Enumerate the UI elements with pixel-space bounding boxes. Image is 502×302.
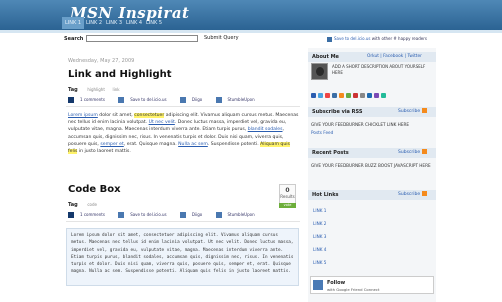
post-title[interactable]: Code Box — [68, 184, 121, 195]
body-text: . Suspendisse potenti. — [207, 141, 261, 147]
hot-subscribe-link[interactable]: Subscribe — [398, 190, 428, 200]
hot-link-5[interactable]: LINK 5 — [313, 260, 326, 265]
linkedin-icon[interactable] — [367, 93, 372, 98]
diigo-link[interactable]: Diigo — [192, 212, 202, 217]
delicious-link[interactable]: Save to del.icio.us — [130, 97, 166, 102]
post-tags: Tag code — [68, 202, 97, 208]
comment-icon — [68, 97, 74, 103]
readers-count: with other # happy readers — [371, 36, 427, 41]
tag-label: Tag — [68, 202, 78, 208]
divider — [66, 106, 300, 107]
social-icons — [311, 93, 436, 99]
twitter-icon[interactable] — [318, 93, 323, 98]
nav-link-4[interactable]: LINK 4 — [126, 17, 142, 29]
follow-widget[interactable]: Follow with Google Friend Connect — [310, 276, 434, 294]
vote-results-label: Results — [280, 194, 295, 199]
tag-link[interactable]: code — [87, 202, 97, 207]
yahoo-icon[interactable] — [374, 93, 379, 98]
body-link[interactable]: semper et — [100, 142, 123, 147]
top-share: Save to del.icio.us with other # happy r… — [327, 36, 427, 42]
post-meta: 1 comments Save to del.icio.us Diigo Stu… — [68, 212, 267, 218]
about-description: ADD A SHORT DESCRIPTION ABOUT YOURSELF H… — [332, 64, 426, 75]
comments-link[interactable]: 1 comments — [80, 97, 105, 102]
rss-icon[interactable] — [339, 93, 344, 98]
main-nav: LINK 1 LINK 2 LINK 3 LINK 4 LINK 5 — [0, 17, 502, 29]
delicious-link[interactable]: Save to del.icio.us — [130, 212, 166, 217]
tag-label: Tag — [68, 87, 78, 93]
tag-link[interactable]: highlight — [87, 87, 105, 92]
body-text: in justo laoreet mattis. — [77, 149, 131, 155]
delicious-icon — [118, 212, 125, 218]
stumbleupon-icon — [215, 97, 222, 103]
recent-posts-text: GIVE YOUR FEEDBURNER BUZZ BOOST JAVASCRI… — [311, 163, 431, 168]
rss-icon — [422, 191, 428, 196]
sidebar — [308, 48, 436, 302]
technorati-icon[interactable] — [381, 93, 386, 98]
body-link[interactable]: Lorem ipsum — [68, 113, 98, 118]
body-text: dolor sit amet, — [97, 113, 135, 118]
top-save-link[interactable]: Save to del.icio.us — [334, 36, 370, 41]
diigo-icon — [179, 97, 186, 103]
vote-count: 0 — [285, 187, 290, 194]
vote-counter: 0 Results — [279, 184, 296, 204]
delicious-icon — [327, 36, 332, 42]
hot-link-1[interactable]: LINK 1 — [313, 208, 326, 213]
about-social-links[interactable]: Orkut | Facebook | Twitter — [367, 54, 422, 59]
post-title[interactable]: Link and Highlight — [68, 69, 172, 80]
site-header: MSN Inspirat LINK 1 LINK 2 LINK 3 LINK 4… — [0, 0, 502, 30]
nav-link-5[interactable]: LINK 5 — [146, 17, 162, 29]
recent-subscribe-link[interactable]: Subscribe — [398, 148, 428, 158]
stumbleupon-link[interactable]: StumbleUpon — [228, 212, 255, 217]
follow-title: Follow — [327, 280, 346, 286]
posts-feed-link[interactable]: Posts Feed — [311, 130, 333, 135]
comments-link[interactable]: 1 comments — [80, 212, 105, 217]
code-box: Lorem ipsum dolor sit amet, consectetuer… — [66, 228, 299, 286]
email-icon[interactable] — [360, 93, 365, 98]
header-divider — [0, 30, 502, 33]
digg-icon[interactable] — [353, 93, 358, 98]
vote-button[interactable]: vote — [279, 203, 296, 208]
hot-link-2[interactable]: LINK 2 — [313, 221, 326, 226]
stumbleupon-icon[interactable] — [325, 93, 330, 98]
nav-link-1[interactable]: LINK 1 — [62, 17, 85, 29]
delicious-icon[interactable] — [332, 93, 337, 98]
search-submit-button[interactable]: Submit Query — [202, 35, 241, 42]
body-link[interactable]: blandit sodales — [248, 127, 283, 132]
nav-link-2[interactable]: LINK 2 — [86, 17, 102, 29]
follow-subtitle: with Google Friend Connect — [327, 287, 380, 292]
search-input[interactable] — [86, 35, 198, 42]
hot-link-3[interactable]: LINK 3 — [313, 234, 326, 239]
delicious-icon — [118, 97, 125, 103]
post-meta: 1 comments Save to del.icio.us Diigo Stu… — [68, 97, 267, 103]
post-date: Wednesday, May 27, 2009 — [68, 58, 135, 64]
diigo-icon — [179, 212, 186, 218]
body-text: , erat. Quisque magna. — [123, 141, 179, 147]
facebook-icon[interactable] — [311, 93, 316, 98]
post-tags: Tag highlight link — [68, 87, 126, 93]
avatar — [311, 63, 328, 80]
hot-link-4[interactable]: LINK 4 — [313, 247, 326, 252]
post-body: Lorem ipsum dolor sit amet, consectetuer… — [68, 112, 300, 155]
rss-icon — [422, 108, 428, 113]
stumbleupon-icon — [215, 212, 222, 218]
search-label: Search — [64, 36, 84, 42]
rss-subscribe-link[interactable]: Subscribe — [398, 107, 428, 117]
diigo-link[interactable]: Diigo — [192, 97, 202, 102]
body-link[interactable]: Nulla ac sem — [178, 142, 208, 147]
rss-text: GIVE YOUR FEEDBURNER CHICKLET LINK HERE — [311, 122, 410, 127]
rss-icon — [422, 149, 428, 154]
body-link[interactable]: Ut nec velit — [149, 120, 175, 125]
body-highlight: consectetuer — [134, 113, 165, 118]
comment-icon — [68, 212, 74, 218]
stumbleupon-link[interactable]: StumbleUpon — [228, 97, 255, 102]
divider — [66, 221, 300, 222]
google-friend-connect-icon — [313, 280, 323, 290]
share-icon[interactable] — [346, 93, 351, 98]
nav-link-3[interactable]: LINK 3 — [106, 17, 122, 29]
tag-link[interactable]: link — [113, 87, 120, 92]
